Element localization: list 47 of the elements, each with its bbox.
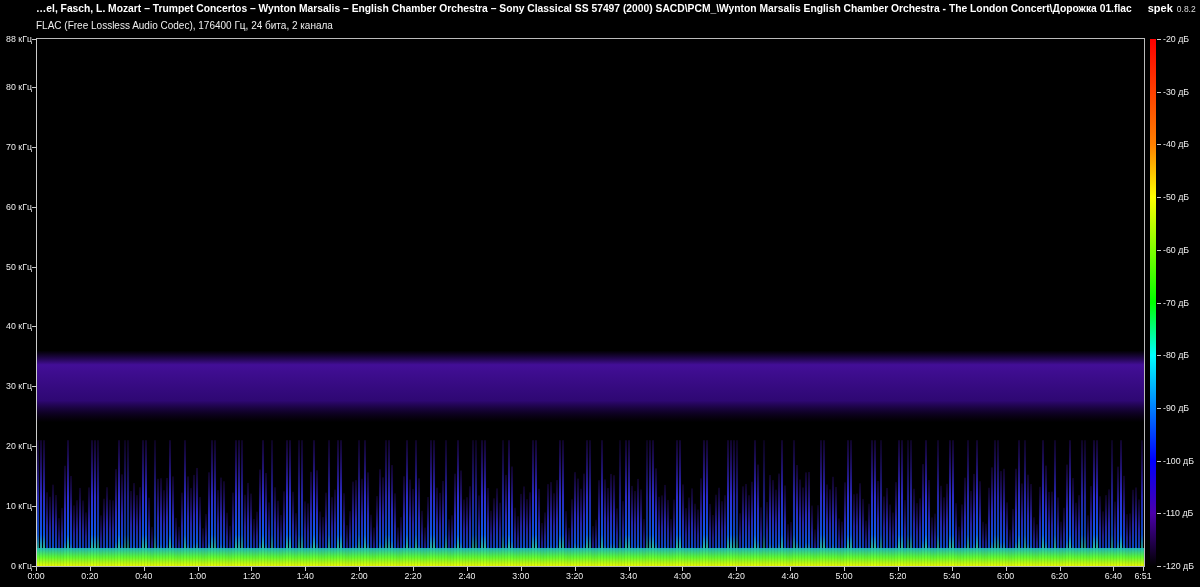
time-label: 6:00 xyxy=(997,571,1015,581)
decibel-label: -30 дБ xyxy=(1163,86,1190,97)
time-label: 5:40 xyxy=(943,571,961,581)
frequency-label: 40 кГц xyxy=(6,321,32,332)
time-label: 2:40 xyxy=(458,571,476,581)
time-label: 6:20 xyxy=(1050,571,1069,581)
frequency-label: 80 кГц xyxy=(6,81,32,92)
frequency-label: 60 кГц xyxy=(6,201,32,212)
frequency-label: 20 кГц xyxy=(6,441,32,452)
time-label: 2:00 xyxy=(350,571,368,581)
time-label: 6:51 xyxy=(1134,571,1152,581)
frequency-label: 88 кГц xyxy=(6,34,32,44)
decibel-label: -40 дБ xyxy=(1163,139,1190,150)
time-label: 0:40 xyxy=(135,571,153,581)
frequency-label: 30 кГц xyxy=(6,381,32,392)
version-label: 0.8.2 xyxy=(1176,4,1196,14)
time-label: 3:40 xyxy=(620,571,638,581)
time-label: 4:00 xyxy=(673,571,691,581)
time-label: 2:20 xyxy=(404,571,422,581)
decibel-label: -110 дБ xyxy=(1163,508,1194,519)
frequency-label: 70 кГц xyxy=(6,141,32,152)
decibel-label: -80 дБ xyxy=(1163,350,1190,361)
time-label: 0:20 xyxy=(81,571,99,581)
time-label: 1:20 xyxy=(242,571,261,581)
decibel-label: -90 дБ xyxy=(1163,402,1190,413)
decibel-label: -60 дБ xyxy=(1163,244,1190,255)
time-label: 6:40 xyxy=(1104,571,1122,581)
time-label: 1:00 xyxy=(189,571,207,581)
app-name: spek xyxy=(1147,2,1173,14)
time-label: 5:00 xyxy=(835,571,853,581)
frequency-label: 10 кГц xyxy=(6,501,32,512)
file-title: …el, Fasch, L. Mozart – Trumpet Concertos – Wynton Marsalis – English Chamber Orchestra – Sony Classical SS 57497 (2000) SACD\PCM_\Wynton Marsalis English Chamber Orchestra - The London Concert\Дорожка 01.flac xyxy=(36,3,1132,14)
frequency-label: 0 кГц xyxy=(11,561,32,571)
time-label: 3:00 xyxy=(512,571,530,581)
time-label: 4:20 xyxy=(727,571,745,581)
time-label: 5:20 xyxy=(889,571,907,581)
decibel-label: -50 дБ xyxy=(1163,192,1190,203)
decibel-label: -20 дБ xyxy=(1163,34,1190,44)
time-label: 3:20 xyxy=(566,571,584,581)
decibel-label: -100 дБ xyxy=(1163,455,1194,466)
time-label: 1:40 xyxy=(296,571,314,581)
decibel-label: -70 дБ xyxy=(1163,297,1190,308)
decibel-label: -120 дБ xyxy=(1163,561,1194,571)
time-label: 4:40 xyxy=(781,571,799,581)
frequency-label: 50 кГц xyxy=(6,261,32,272)
time-label: 0:00 xyxy=(27,571,45,581)
format-info: FLAC (Free Lossless Audio Codec), 176400 Гц, 24 бита, 2 канала xyxy=(35,19,334,33)
